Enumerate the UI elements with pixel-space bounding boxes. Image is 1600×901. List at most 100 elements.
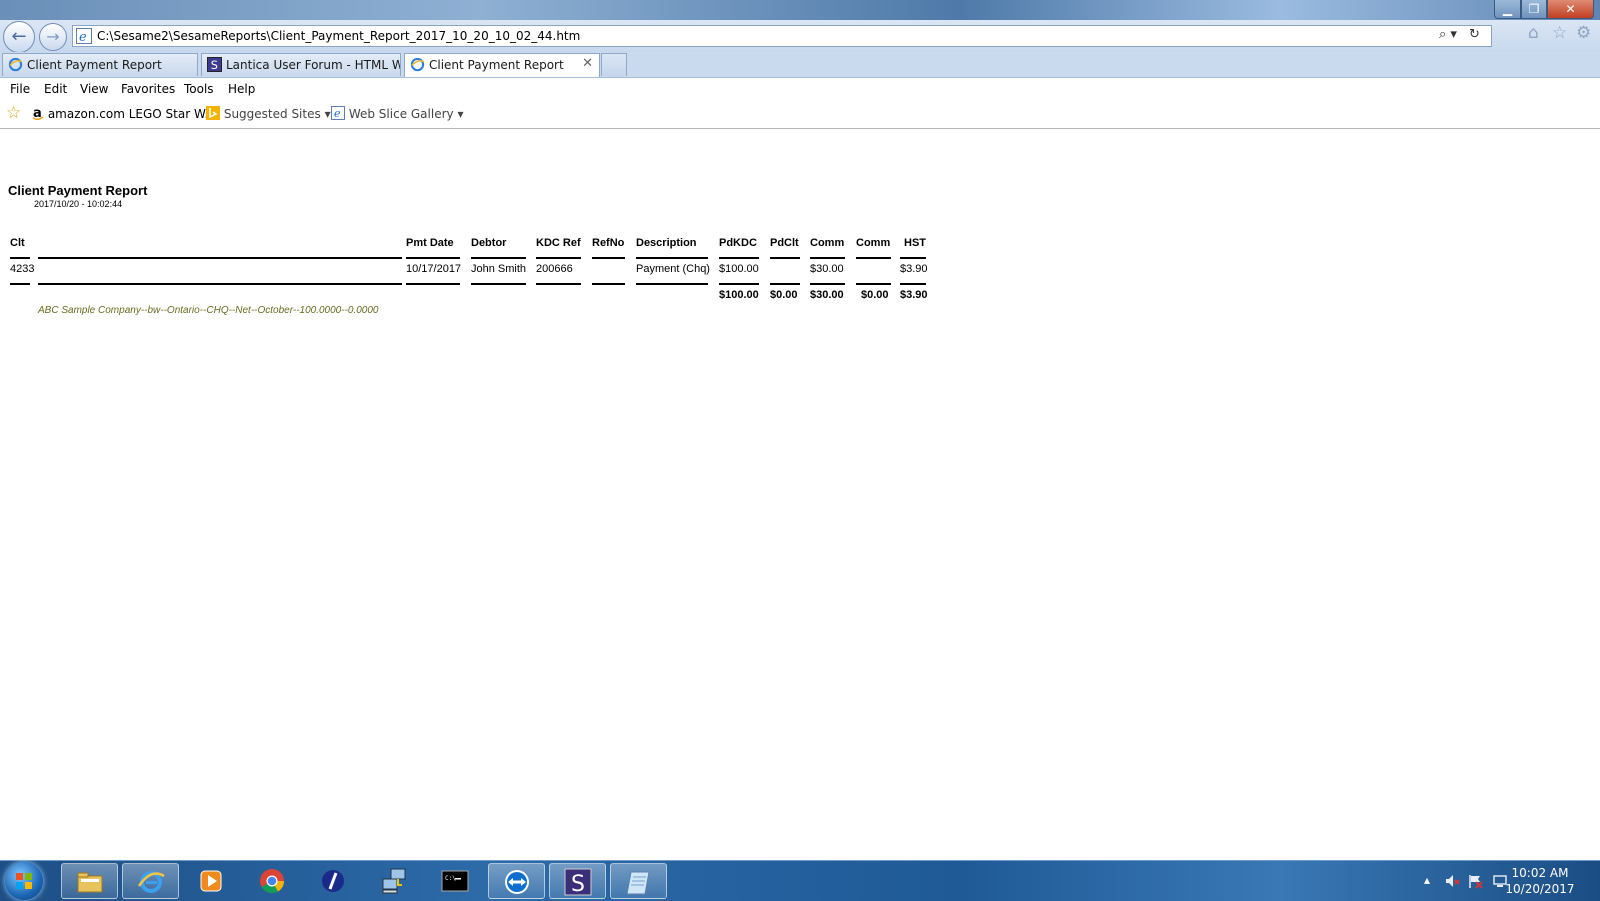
taskbar-windows-explorer[interactable]	[61, 863, 118, 899]
favorite-label: Suggested Sites	[223, 107, 321, 121]
menu-file[interactable]: File	[10, 82, 30, 96]
new-tab-button[interactable]	[601, 53, 627, 76]
command-prompt-icon: C:\	[441, 870, 469, 892]
taskbar-app-slash[interactable]	[305, 863, 362, 899]
column-header-hst: HST	[904, 237, 926, 249]
tab-label: Lantica User Forum - HTML Wi...	[226, 58, 401, 72]
header-rule	[592, 257, 625, 259]
column-header-comm-2: Comm	[856, 237, 891, 249]
svg-text:S: S	[571, 872, 585, 896]
internet-explorer-icon	[137, 871, 165, 893]
taskbar-clock[interactable]: 10:02 AM 10/20/2017	[1500, 865, 1580, 897]
tab-label: Client Payment Report	[429, 58, 564, 72]
window-title-bar: ▁ ❐ ✕	[0, 0, 1600, 20]
header-rule	[900, 257, 926, 259]
menu-help[interactable]: Help	[228, 82, 255, 96]
row-rule	[770, 283, 800, 285]
header-rule	[10, 257, 30, 259]
back-button[interactable]: ←	[3, 21, 35, 53]
row-rule	[592, 283, 625, 285]
cell-kdc-ref: 200666	[536, 263, 573, 275]
refresh-icon[interactable]: ↻	[1469, 27, 1480, 42]
favorite-amazon[interactable]: a amazon.com LEGO Star W...	[32, 106, 216, 121]
tab-label: Client Payment Report	[27, 58, 162, 72]
column-header-clt: Clt	[10, 237, 25, 249]
favorite-web-slice-gallery[interactable]: e Web Slice Gallery ▾	[331, 106, 463, 121]
close-window-button[interactable]: ✕	[1547, 0, 1594, 19]
column-header-debtor: Debtor	[471, 237, 507, 249]
menu-view[interactable]: View	[80, 82, 108, 96]
ie-page-icon: e	[331, 106, 345, 120]
folder-icon	[77, 872, 103, 893]
address-bar[interactable]: e C:\Sesame2\SesameReports\Client_Paymen…	[72, 25, 1492, 47]
favorite-label: amazon.com LEGO Star W...	[47, 107, 216, 121]
address-url[interactable]: C:\Sesame2\SesameReports\Client_Payment_…	[97, 29, 580, 43]
column-header-pdkdc: PdKDC	[719, 237, 757, 249]
taskbar-chrome[interactable]	[244, 863, 301, 899]
cell-comm-1: $30.00	[810, 263, 844, 275]
taskbar-sesame[interactable]: S	[549, 863, 606, 899]
gear-icon[interactable]: ⚙	[1576, 23, 1591, 43]
row-rule	[406, 283, 460, 285]
menu-tools[interactable]: Tools	[184, 82, 214, 96]
start-button[interactable]	[5, 862, 43, 900]
favorite-suggested-sites[interactable]: Suggested Sites ▾	[206, 106, 331, 121]
report-timestamp: 2017/10/20 - 10:02:44	[34, 199, 123, 209]
tab-lantica-user-forum[interactable]: S Lantica User Forum - HTML Wi...	[201, 53, 401, 76]
column-header-description: Description	[636, 237, 697, 249]
minimize-button[interactable]: ▁	[1494, 0, 1521, 19]
menu-bar: File Edit View Favorites Tools Help	[0, 78, 1600, 100]
cell-description: Payment (Chq)	[636, 263, 710, 275]
header-rule	[856, 257, 891, 259]
tab-client-payment-report-1[interactable]: Client Payment Report	[2, 53, 198, 76]
svg-text:e: e	[79, 30, 87, 44]
bing-icon	[206, 106, 220, 120]
tab-strip: Client Payment Report S Lantica User For…	[0, 52, 1600, 78]
ie-page-icon	[410, 57, 425, 72]
report-title: Client Payment Report	[8, 183, 148, 198]
home-icon[interactable]: ⌂	[1528, 23, 1539, 43]
taskbar-network-app[interactable]	[366, 863, 423, 899]
taskbar-teamviewer[interactable]	[488, 863, 545, 899]
speaker-muted-icon[interactable]	[1444, 873, 1460, 889]
row-rule	[536, 283, 581, 285]
menu-favorites[interactable]: Favorites	[121, 82, 175, 96]
taskbar-internet-explorer[interactable]	[122, 863, 179, 899]
taskbar-notepad[interactable]	[610, 863, 667, 899]
header-rule	[810, 257, 845, 259]
report-footnote: ABC Sample Company--bw--Ontario--CHQ--Ne…	[38, 305, 379, 316]
taskbar-command-prompt[interactable]: C:\	[427, 863, 484, 899]
column-header-pdclt: PdClt	[770, 237, 799, 249]
header-rule	[471, 257, 526, 259]
column-header-kdc-ref: KDC Ref	[536, 237, 581, 249]
favorites-bar: ☆ a amazon.com LEGO Star W... Suggested …	[0, 100, 1600, 129]
header-rule	[406, 257, 460, 259]
taskbar-media-player[interactable]	[183, 863, 240, 899]
total-pdkdc: $100.00	[719, 289, 759, 301]
total-pdclt: $0.00	[770, 289, 798, 301]
search-dropdown-icon[interactable]: ⌕ ▾	[1439, 27, 1457, 42]
restore-button[interactable]: ❐	[1521, 0, 1547, 19]
slash-app-icon	[322, 870, 344, 892]
forward-button[interactable]: →	[39, 23, 67, 51]
menu-edit[interactable]: Edit	[44, 82, 67, 96]
chevron-down-icon: ▾	[457, 107, 464, 121]
tab-close-icon[interactable]: ✕	[582, 56, 593, 71]
tab-client-payment-report-active[interactable]: Client Payment Report ✕	[404, 53, 600, 77]
teamviewer-icon	[505, 870, 529, 894]
row-rule	[719, 283, 759, 285]
navigation-bar: ← → e C:\Sesame2\SesameReports\Client_Pa…	[0, 20, 1600, 53]
action-center-flag-icon[interactable]	[1467, 873, 1483, 889]
sesame-icon: S	[207, 57, 222, 72]
svg-text:e: e	[334, 107, 341, 120]
favorite-label: Web Slice Gallery	[348, 107, 454, 121]
show-hidden-icons-button[interactable]: ▴	[1424, 873, 1430, 887]
favorites-center-icon[interactable]: ☆	[6, 103, 21, 123]
clock-time: 10:02 AM	[1511, 866, 1569, 880]
favorites-star-icon[interactable]: ☆	[1552, 23, 1567, 43]
row-rule	[810, 283, 845, 285]
network-computers-icon	[382, 868, 406, 894]
cell-pdkdc: $100.00	[719, 263, 759, 275]
column-header-refno: RefNo	[592, 237, 625, 249]
windows-taskbar: C:\ S ▴ 10:02 AM 10/20/2017	[0, 860, 1600, 901]
